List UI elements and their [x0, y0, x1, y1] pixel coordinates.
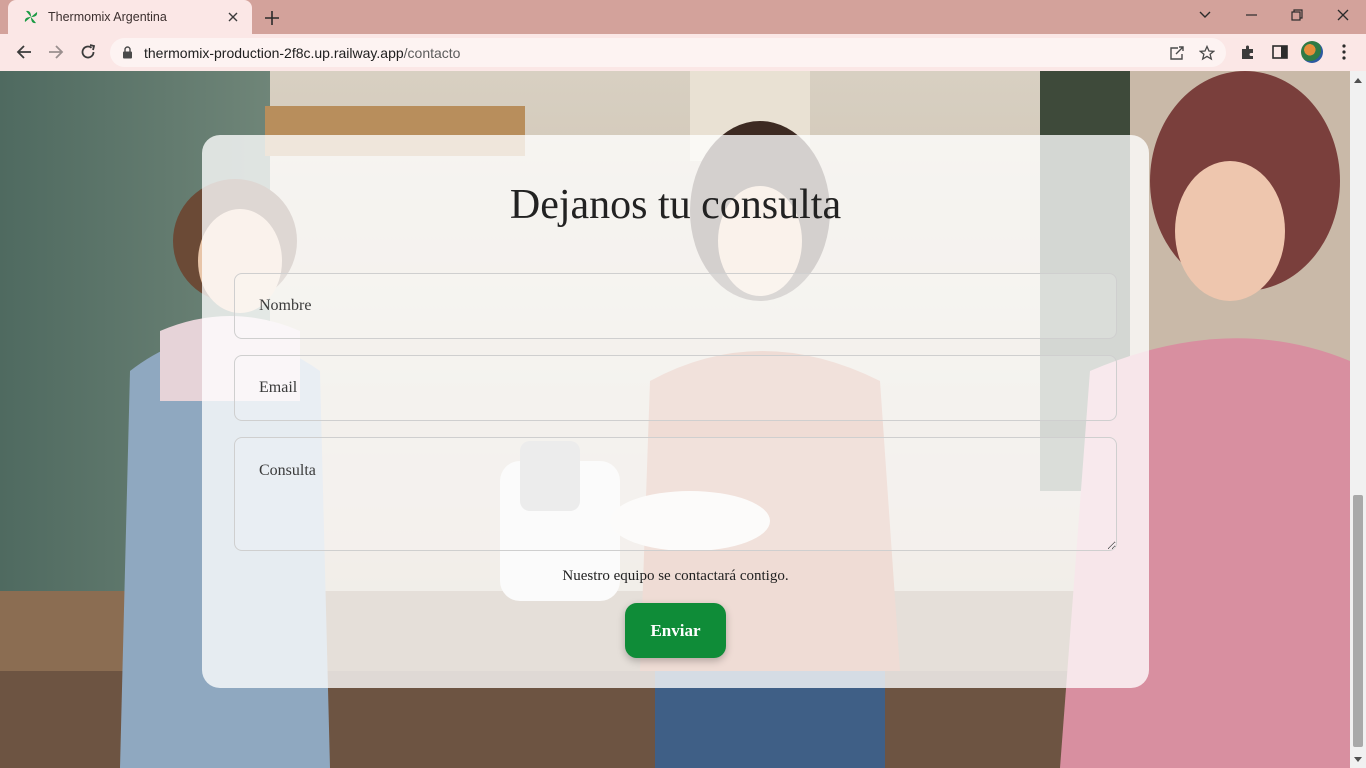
new-tab-button[interactable]	[260, 6, 284, 30]
scrollbar-thumb[interactable]	[1353, 495, 1363, 747]
lock-icon[interactable]	[122, 46, 136, 60]
thermomix-leaf-icon	[22, 8, 40, 26]
name-field[interactable]	[234, 273, 1117, 339]
share-icon[interactable]	[1168, 44, 1186, 62]
url-path: /contacto	[403, 44, 461, 61]
kebab-menu-icon[interactable]	[1334, 42, 1354, 62]
tab-title: Thermomix Argentina	[48, 10, 167, 24]
browser-tab-active[interactable]: Thermomix Argentina	[8, 0, 252, 34]
scroll-down-arrow[interactable]	[1350, 752, 1366, 766]
address-bar[interactable]: thermomix-production-2f8c.up.railway.app…	[110, 38, 1226, 67]
page-scrollbar[interactable]	[1350, 71, 1366, 768]
tab-search-button[interactable]	[1182, 0, 1228, 30]
form-note: Nuestro equipo se contactará contigo.	[562, 568, 789, 584]
browser-tab-strip: Thermomix Argentina	[0, 0, 1366, 34]
browser-toolbar: thermomix-production-2f8c.up.railway.app…	[0, 34, 1366, 71]
reload-button[interactable]	[74, 38, 102, 66]
arrow-left-icon	[16, 45, 31, 59]
window-minimize-button[interactable]	[1228, 0, 1274, 30]
chevron-down-icon	[1199, 11, 1211, 18]
submit-button[interactable]: Enviar	[625, 603, 726, 658]
plus-icon	[265, 11, 279, 25]
url-host: thermomix-production-2f8c.up.railway.app	[144, 44, 404, 61]
restore-icon	[1291, 9, 1303, 21]
back-button[interactable]	[10, 38, 38, 66]
message-field[interactable]	[234, 437, 1117, 551]
close-icon	[1337, 9, 1349, 21]
forward-button[interactable]	[42, 38, 70, 66]
puzzle-icon[interactable]	[1238, 42, 1258, 62]
window-restore-button[interactable]	[1274, 0, 1320, 30]
window-close-button[interactable]	[1320, 0, 1366, 30]
side-panel-icon[interactable]	[1270, 42, 1290, 62]
email-field[interactable]	[234, 355, 1117, 421]
reload-icon	[81, 44, 96, 59]
url-text: thermomix-production-2f8c.up.railway.app…	[144, 45, 460, 61]
scroll-up-arrow[interactable]	[1350, 73, 1366, 87]
page-viewport: Dejanos tu consulta Nuestro equipo se co…	[0, 71, 1366, 768]
star-icon[interactable]	[1198, 44, 1216, 62]
avatar[interactable]	[1301, 41, 1323, 63]
minimize-icon	[1245, 14, 1257, 16]
arrow-right-icon	[49, 45, 64, 59]
close-icon[interactable]	[224, 8, 242, 26]
contact-form-card: Dejanos tu consulta Nuestro equipo se co…	[202, 135, 1149, 688]
page-title: Dejanos tu consulta	[509, 182, 842, 228]
